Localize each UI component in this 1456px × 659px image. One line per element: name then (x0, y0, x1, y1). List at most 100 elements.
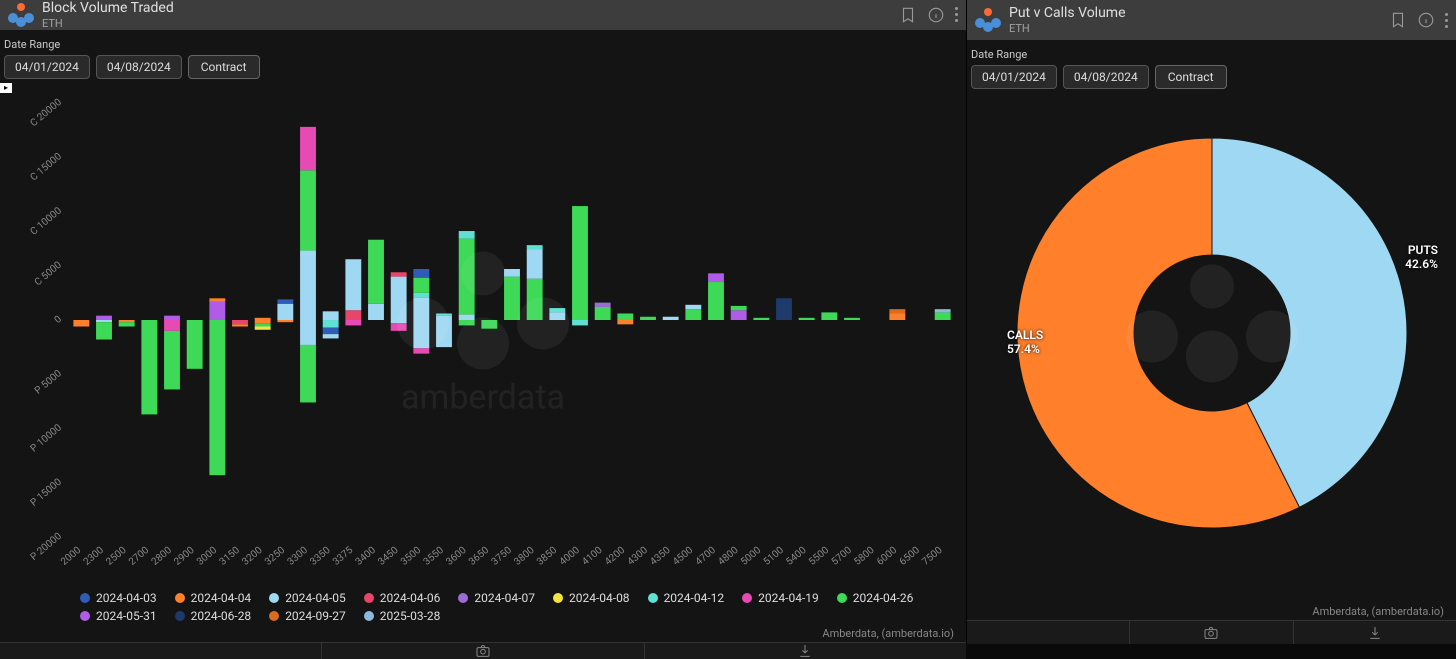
panel-footer (0, 642, 966, 659)
svg-text:4300: 4300 (626, 545, 651, 568)
svg-text:6000: 6000 (875, 545, 900, 568)
legend-item[interactable]: 2024-04-08 (553, 591, 630, 605)
amberdata-logo-icon (8, 3, 34, 27)
date-start-input[interactable]: 04/01/2024 (971, 65, 1057, 89)
date-end-input[interactable]: 04/08/2024 (96, 55, 182, 79)
svg-text:3600: 3600 (444, 545, 469, 568)
svg-text:2500: 2500 (104, 545, 129, 568)
filter-bar: Date Range 04/01/2024 04/08/2024 Contrac… (967, 40, 1456, 93)
svg-text:2300: 2300 (82, 545, 107, 568)
svg-text:5500: 5500 (807, 545, 832, 568)
bookmark-icon[interactable] (899, 6, 917, 24)
svg-text:P 5000: P 5000 (33, 368, 64, 397)
svg-text:2900: 2900 (172, 545, 197, 568)
svg-text:3250: 3250 (263, 545, 288, 568)
svg-text:5000: 5000 (739, 545, 764, 568)
legend-item[interactable]: 2024-09-27 (269, 609, 346, 623)
bar-chart-area: ▸ amberdata C 20000C 15000C 10000C 50000… (0, 83, 966, 587)
contract-button[interactable]: Contract (1155, 65, 1227, 89)
svg-text:P 15000: P 15000 (29, 476, 65, 508)
svg-text:4800: 4800 (716, 545, 741, 568)
svg-text:4350: 4350 (648, 545, 673, 568)
svg-text:C 10000: C 10000 (28, 205, 64, 238)
panel-footer (967, 620, 1456, 644)
svg-text:4000: 4000 (558, 545, 583, 568)
svg-text:7500: 7500 (920, 545, 945, 568)
svg-text:5800: 5800 (852, 545, 877, 568)
info-icon[interactable] (1417, 11, 1435, 29)
bookmark-icon[interactable] (1389, 11, 1407, 29)
svg-text:C 15000: C 15000 (28, 151, 64, 184)
date-end-input[interactable]: 04/08/2024 (1063, 65, 1149, 89)
more-menu-icon[interactable] (1445, 13, 1448, 28)
camera-icon (1203, 625, 1219, 641)
svg-text:3000: 3000 (195, 545, 220, 568)
legend-item[interactable]: 2024-04-26 (837, 591, 914, 605)
svg-text:3550: 3550 (422, 545, 447, 568)
info-icon[interactable] (927, 6, 945, 24)
svg-text:3500: 3500 (399, 545, 424, 568)
svg-text:3800: 3800 (512, 545, 537, 568)
svg-text:2700: 2700 (127, 545, 152, 568)
filter-bar: Date Range 04/01/2024 04/08/2024 Contrac… (0, 30, 966, 83)
more-menu-icon[interactable] (955, 7, 958, 22)
panel-title: Put v Calls Volume (1009, 5, 1389, 22)
svg-text:3200: 3200 (240, 545, 265, 568)
svg-text:6500: 6500 (898, 545, 923, 568)
legend-item[interactable]: 2024-04-04 (175, 591, 252, 605)
donut-chart-area: CALLS57.4% PUTS42.6% (967, 93, 1456, 603)
svg-text:3350: 3350 (308, 545, 333, 568)
svg-text:5700: 5700 (830, 545, 855, 568)
svg-text:2000: 2000 (59, 545, 84, 568)
download-icon (1367, 625, 1383, 641)
screenshot-button[interactable] (1130, 621, 1293, 644)
svg-text:3375: 3375 (331, 545, 356, 568)
svg-text:3850: 3850 (535, 545, 560, 568)
svg-text:4100: 4100 (580, 545, 605, 568)
legend-item[interactable]: 2024-04-19 (742, 591, 819, 605)
put-calls-donut-chart[interactable] (1012, 138, 1412, 558)
camera-icon (475, 643, 491, 659)
download-button[interactable] (1294, 621, 1456, 644)
svg-text:C 5000: C 5000 (33, 259, 64, 288)
legend-item[interactable]: 2024-04-12 (648, 591, 725, 605)
panel-title: Block Volume Traded (42, 0, 899, 17)
footer-spacer (0, 643, 322, 659)
svg-text:0: 0 (53, 314, 65, 326)
contract-button[interactable]: Contract (188, 55, 260, 79)
legend-item[interactable]: 2025-03-28 (364, 609, 441, 623)
svg-text:4500: 4500 (671, 545, 696, 568)
attribution-text: Amberdata, (amberdata.io) (967, 603, 1456, 620)
expand-toggle[interactable]: ▸ (0, 83, 12, 93)
svg-text:5400: 5400 (784, 545, 809, 568)
block-volume-panel: Block Volume Traded ETH Date Range 04/01… (0, 0, 967, 644)
svg-text:4700: 4700 (694, 545, 719, 568)
panel-subtitle: ETH (1009, 22, 1389, 35)
panel-subtitle: ETH (42, 17, 899, 30)
svg-text:P 10000: P 10000 (29, 422, 65, 454)
legend-item[interactable]: 2024-06-28 (175, 609, 252, 623)
svg-text:3450: 3450 (376, 545, 401, 568)
legend-item[interactable]: 2024-04-05 (269, 591, 346, 605)
footer-spacer (967, 621, 1130, 644)
legend-item[interactable]: 2024-04-07 (458, 591, 535, 605)
download-icon (797, 643, 813, 659)
svg-text:3150: 3150 (218, 545, 243, 568)
date-range-label: Date Range (971, 48, 1452, 61)
download-button[interactable] (645, 643, 966, 659)
puts-label: PUTS42.6% (1405, 243, 1438, 271)
put-calls-panel: Put v Calls Volume ETH Date Range 04/01/… (967, 0, 1456, 644)
attribution-text: Amberdata, (amberdata.io) (0, 625, 966, 642)
screenshot-button[interactable] (322, 643, 644, 659)
svg-text:2800: 2800 (150, 545, 175, 568)
legend-item[interactable]: 2024-04-03 (80, 591, 157, 605)
svg-text:4200: 4200 (603, 545, 628, 568)
date-range-label: Date Range (4, 38, 962, 51)
date-start-input[interactable]: 04/01/2024 (4, 55, 90, 79)
legend-item[interactable]: 2024-04-06 (364, 591, 441, 605)
block-volume-bar-chart[interactable]: C 20000C 15000C 10000C 50000P 5000P 1000… (0, 83, 966, 587)
svg-text:3400: 3400 (354, 545, 379, 568)
legend-item[interactable]: 2024-05-31 (80, 609, 157, 623)
svg-text:3300: 3300 (286, 545, 311, 568)
calls-label: CALLS57.4% (1007, 328, 1043, 356)
